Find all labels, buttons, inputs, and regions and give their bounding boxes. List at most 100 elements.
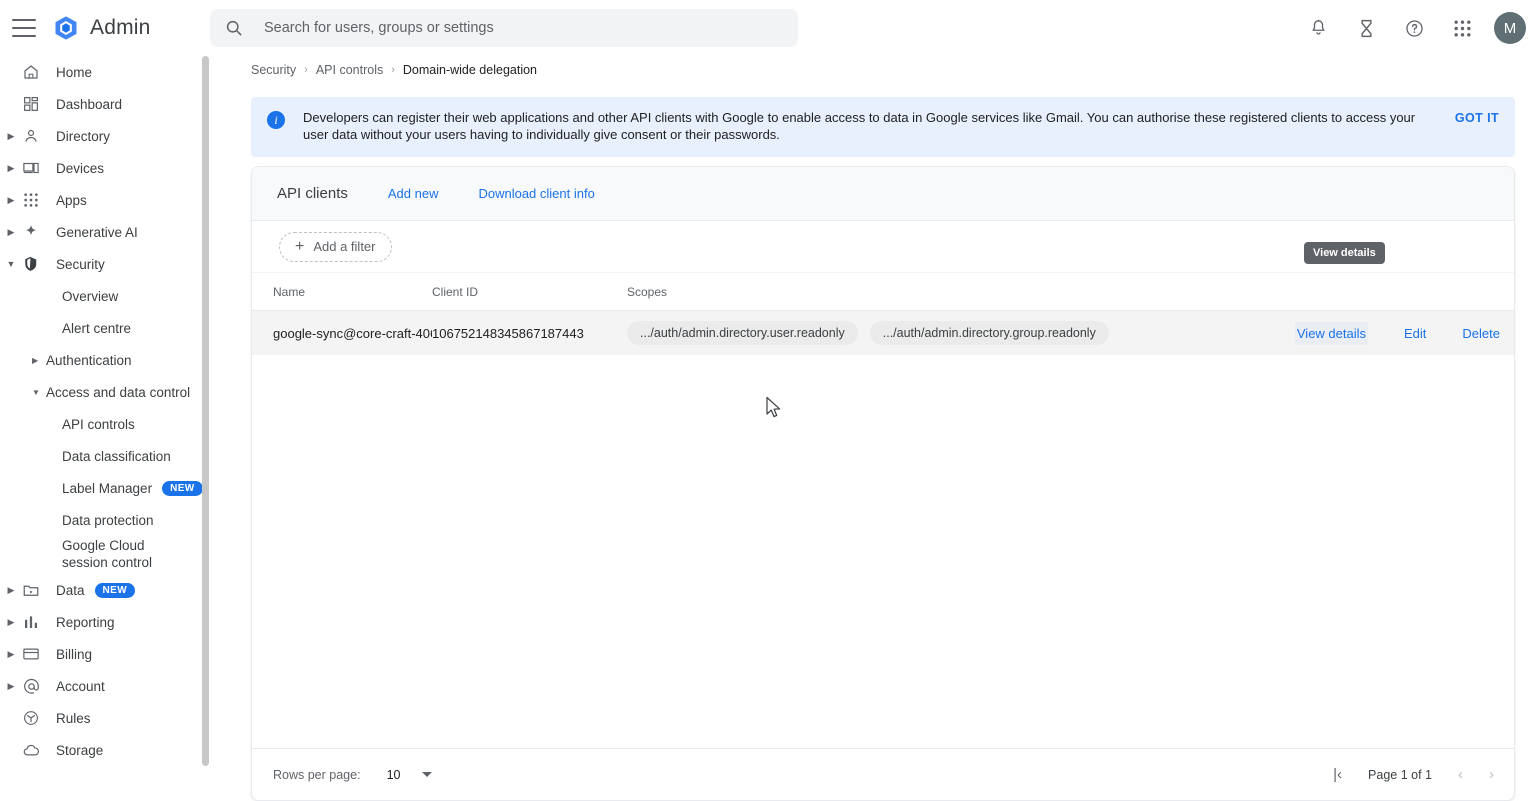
sidebar-item-overview[interactable]: Overview (0, 280, 210, 312)
hourglass-icon[interactable] (1346, 8, 1386, 48)
breadcrumb-separator-icon: › (391, 64, 395, 76)
chevron-down-icon[interactable]: ▼ (2, 259, 20, 269)
card-header: API clients Add new Download client info (252, 167, 1514, 221)
sidebar-item-data[interactable]: ▶ Data NEW (0, 574, 210, 606)
at-sign-icon (20, 677, 42, 696)
sidebar-subitem-label: Alert centre (62, 321, 131, 336)
header-actions: M (1298, 0, 1526, 56)
chevron-right-icon[interactable]: ▶ (2, 617, 20, 628)
dashboard-icon (20, 95, 42, 113)
sidebar-item-authentication[interactable]: ▶ Authentication (0, 344, 210, 376)
chevron-right-icon[interactable]: ▶ (32, 356, 46, 365)
add-new-button[interactable]: Add new (388, 186, 439, 201)
chevron-right-icon[interactable]: ▶ (2, 163, 20, 174)
sidebar-item-home[interactable]: Home (0, 56, 210, 88)
edit-button[interactable]: Edit (1404, 326, 1426, 341)
search-icon (224, 18, 244, 38)
rows-per-page-select[interactable]: 10 (387, 768, 433, 782)
sidebar-item-data-protection[interactable]: Data protection (0, 504, 210, 536)
sidebar-item-data-classification[interactable]: Data classification (0, 440, 210, 472)
apps-icon (20, 192, 42, 208)
scope-chip: .../auth/admin.directory.user.readonly (627, 321, 858, 345)
sidebar-item-alert-centre[interactable]: Alert centre (0, 312, 210, 344)
search-bar[interactable] (210, 9, 798, 47)
sidebar-item-dashboard[interactable]: Dashboard (0, 88, 210, 120)
page-indicator: Page 1 of 1 (1368, 768, 1432, 782)
breadcrumb-security[interactable]: Security (251, 63, 296, 77)
sidebar-subitem-label: API controls (62, 417, 135, 432)
new-badge: NEW (162, 481, 203, 496)
notifications-icon[interactable] (1298, 8, 1338, 48)
chevron-right-icon[interactable]: ▶ (2, 649, 20, 660)
card-title: API clients (277, 185, 348, 202)
sidebar-scrollbar[interactable] (202, 56, 209, 766)
person-icon (20, 127, 42, 145)
sidebar-item-access-and-data-control[interactable]: ▼ Access and data control (0, 376, 210, 408)
hamburger-menu-icon[interactable] (12, 19, 36, 37)
sidebar-item-devices[interactable]: ▶ Devices (0, 152, 210, 184)
sidebar-item-directory[interactable]: ▶ Directory (0, 120, 210, 152)
sidebar-item-label: Security (56, 257, 105, 272)
breadcrumb-api-controls[interactable]: API controls (316, 63, 383, 77)
table-row[interactable]: google-sync@core-craft-406109.i... 10675… (252, 311, 1514, 355)
sidebar-item-rules[interactable]: Rules (0, 702, 210, 734)
sidebar-subitem-label: Google Cloud session control (62, 538, 192, 572)
chevron-right-icon[interactable]: ▶ (2, 195, 20, 206)
chevron-right-icon[interactable]: ▶ (2, 681, 20, 692)
pagination: |‹ Page 1 of 1 ‹ › (1333, 766, 1494, 783)
sidebar-item-security[interactable]: ▼ Security (0, 248, 210, 280)
add-a-filter-button[interactable]: + Add a filter (279, 232, 392, 262)
add-filter-label: Add a filter (313, 239, 375, 254)
rules-icon (20, 709, 42, 727)
info-icon: i (267, 111, 285, 129)
chevron-right-icon[interactable]: ▶ (2, 227, 20, 238)
sidebar-item-label-manager[interactable]: Label Manager NEW (0, 472, 210, 504)
first-page-icon[interactable]: |‹ (1333, 766, 1342, 783)
breadcrumb: Security › API controls › Domain-wide de… (210, 56, 1538, 84)
brand-title: Admin (90, 16, 151, 40)
next-page-icon[interactable]: › (1489, 766, 1494, 783)
sidebar-item-account[interactable]: ▶ Account (0, 670, 210, 702)
sidebar-item-api-controls[interactable]: API controls (0, 408, 210, 440)
sidebar-item-billing[interactable]: ▶ Billing (0, 638, 210, 670)
apps-grid-icon[interactable] (1442, 8, 1482, 48)
search-input[interactable] (262, 19, 784, 37)
table-header: Name Client ID Scopes (252, 273, 1514, 311)
tooltip: View details (1304, 242, 1385, 264)
column-header-name: Name (252, 285, 432, 299)
sidebar-item-reporting[interactable]: ▶ Reporting (0, 606, 210, 638)
sidebar-subitem-label: Authentication (46, 353, 132, 368)
prev-page-icon[interactable]: ‹ (1458, 766, 1463, 783)
breadcrumb-separator-icon: › (304, 64, 308, 76)
sparkle-icon (20, 223, 42, 241)
chevron-right-icon[interactable]: ▶ (2, 131, 20, 142)
sidebar-item-generative-ai[interactable]: ▶ Generative AI (0, 216, 210, 248)
sidebar-item-apps[interactable]: ▶ Apps (0, 184, 210, 216)
delete-button[interactable]: Delete (1462, 326, 1500, 341)
sidebar-item-label: Devices (56, 161, 104, 176)
home-icon (20, 63, 42, 81)
brand[interactable]: Admin (52, 14, 151, 42)
sidebar-item-google-cloud-session-control[interactable]: Google Cloud session control (0, 536, 210, 574)
sidebar-item-label: Home (56, 65, 92, 80)
rows-per-page-value: 10 (387, 768, 401, 782)
column-header-client-id: Client ID (432, 285, 627, 299)
got-it-button[interactable]: GOT IT (1455, 111, 1499, 125)
sidebar-item-storage[interactable]: Storage (0, 734, 210, 766)
chevron-right-icon[interactable]: ▶ (2, 585, 20, 596)
sidebar-item-label: Billing (56, 647, 92, 662)
help-icon[interactable] (1394, 8, 1434, 48)
cell-name: google-sync@core-craft-406109.i... (252, 326, 432, 341)
folder-star-icon (20, 581, 42, 599)
sidebar-subitem-label: Overview (62, 289, 118, 304)
sidebar-item-label: Account (56, 679, 105, 694)
sidebar-item-label: Rules (56, 711, 91, 726)
credit-card-icon (20, 645, 42, 663)
download-client-info-button[interactable]: Download client info (478, 186, 594, 201)
sidebar-item-label: Directory (56, 129, 110, 144)
sidebar-item-label: Reporting (56, 615, 115, 630)
device-icon (20, 159, 42, 177)
view-details-button[interactable]: View details (1295, 322, 1368, 345)
chevron-down-icon[interactable]: ▼ (32, 388, 46, 397)
avatar[interactable]: M (1494, 12, 1526, 44)
